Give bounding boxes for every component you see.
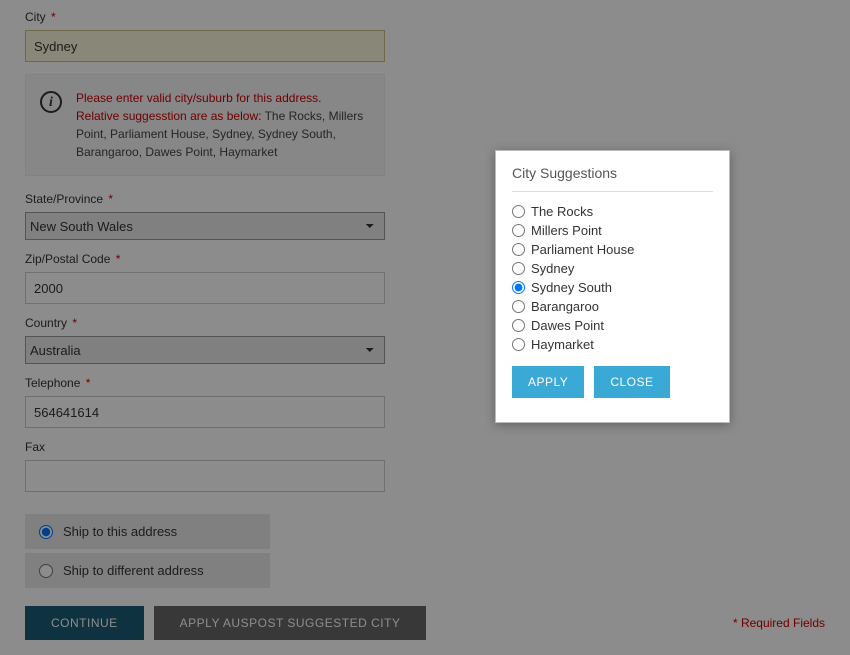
city-option-label: Sydney South — [531, 280, 612, 295]
city-option-radio[interactable] — [512, 338, 525, 351]
modal-title: City Suggestions — [512, 165, 713, 192]
city-option-row[interactable]: Parliament House — [512, 242, 713, 257]
city-suggestions-modal: City Suggestions The Rocks Millers Point P… — [495, 150, 730, 423]
city-option-label: Haymarket — [531, 337, 594, 352]
city-option-row[interactable]: Dawes Point — [512, 318, 713, 333]
city-option-radio[interactable] — [512, 243, 525, 256]
city-option-label: Barangaroo — [531, 299, 599, 314]
address-form-page: City * i Please enter valid city/suburb … — [0, 0, 850, 655]
city-option-row[interactable]: Sydney South — [512, 280, 713, 295]
city-option-row[interactable]: Millers Point — [512, 223, 713, 238]
city-option-row[interactable]: Sydney — [512, 261, 713, 276]
city-option-label: Dawes Point — [531, 318, 604, 333]
city-option-label: Millers Point — [531, 223, 602, 238]
city-option-row[interactable]: Haymarket — [512, 337, 713, 352]
modal-apply-button[interactable]: APPLY — [512, 366, 584, 398]
city-option-radio[interactable] — [512, 319, 525, 332]
city-option-radio[interactable] — [512, 262, 525, 275]
modal-options: The Rocks Millers Point Parliament House Sy… — [512, 204, 713, 352]
city-option-label: Sydney — [531, 261, 574, 276]
modal-close-button[interactable]: CLOSE — [594, 366, 669, 398]
city-option-label: The Rocks — [531, 204, 593, 219]
city-option-radio[interactable] — [512, 224, 525, 237]
city-option-row[interactable]: The Rocks — [512, 204, 713, 219]
city-option-label: Parliament House — [531, 242, 634, 257]
city-option-radio[interactable] — [512, 281, 525, 294]
city-option-radio[interactable] — [512, 300, 525, 313]
city-option-radio[interactable] — [512, 205, 525, 218]
modal-actions: APPLY CLOSE — [512, 366, 713, 398]
city-option-row[interactable]: Barangaroo — [512, 299, 713, 314]
